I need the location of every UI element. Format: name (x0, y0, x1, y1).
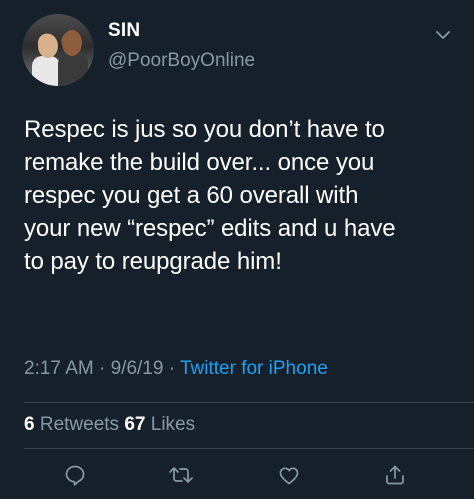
like-button[interactable] (273, 459, 305, 491)
retweet-icon (168, 463, 194, 487)
tweet-date: 9/6/19 (110, 358, 164, 379)
likes-stat[interactable]: 67 Likes (124, 414, 195, 435)
reply-icon (63, 463, 87, 487)
tweet-source-link[interactable]: Twitter for iPhone (180, 358, 328, 379)
retweets-stat[interactable]: 6 Retweets (24, 414, 124, 435)
share-button[interactable] (379, 459, 411, 491)
tweet-meta: 2:17 AM · 9/6/19 · Twitter for iPhone (24, 358, 328, 380)
avatar-face-left (38, 34, 58, 58)
retweet-button[interactable] (165, 459, 197, 491)
meta-separator: · (99, 358, 106, 379)
display-name[interactable]: SIN (108, 20, 140, 42)
share-icon (383, 463, 407, 487)
user-handle[interactable]: @PoorBoyOnline (108, 50, 255, 72)
avatar-figure-left (32, 56, 60, 86)
divider (24, 448, 474, 449)
tweet-header: SIN @PoorBoyOnline (0, 0, 474, 96)
likes-label: Likes (150, 414, 196, 435)
avatar-figure-right (58, 54, 88, 86)
retweets-label: Retweets (39, 414, 120, 435)
retweets-count: 6 (24, 414, 35, 435)
avatar[interactable] (22, 14, 94, 86)
divider (24, 402, 474, 403)
tweet-time: 2:17 AM (24, 358, 94, 379)
meta-separator: · (168, 358, 176, 379)
reply-button[interactable] (59, 459, 91, 491)
likes-count: 67 (124, 414, 146, 435)
tweet-text: Respec is jus so you don’t have to remak… (24, 116, 396, 275)
tweet-stats: 6 Retweets 67 Likes (24, 414, 195, 436)
action-bar (0, 455, 474, 495)
tweet-detail: SIN @PoorBoyOnline Respec is jus so you … (0, 0, 474, 499)
chevron-down-icon[interactable] (435, 28, 451, 40)
heart-icon (277, 463, 301, 487)
avatar-face-right (62, 30, 82, 56)
